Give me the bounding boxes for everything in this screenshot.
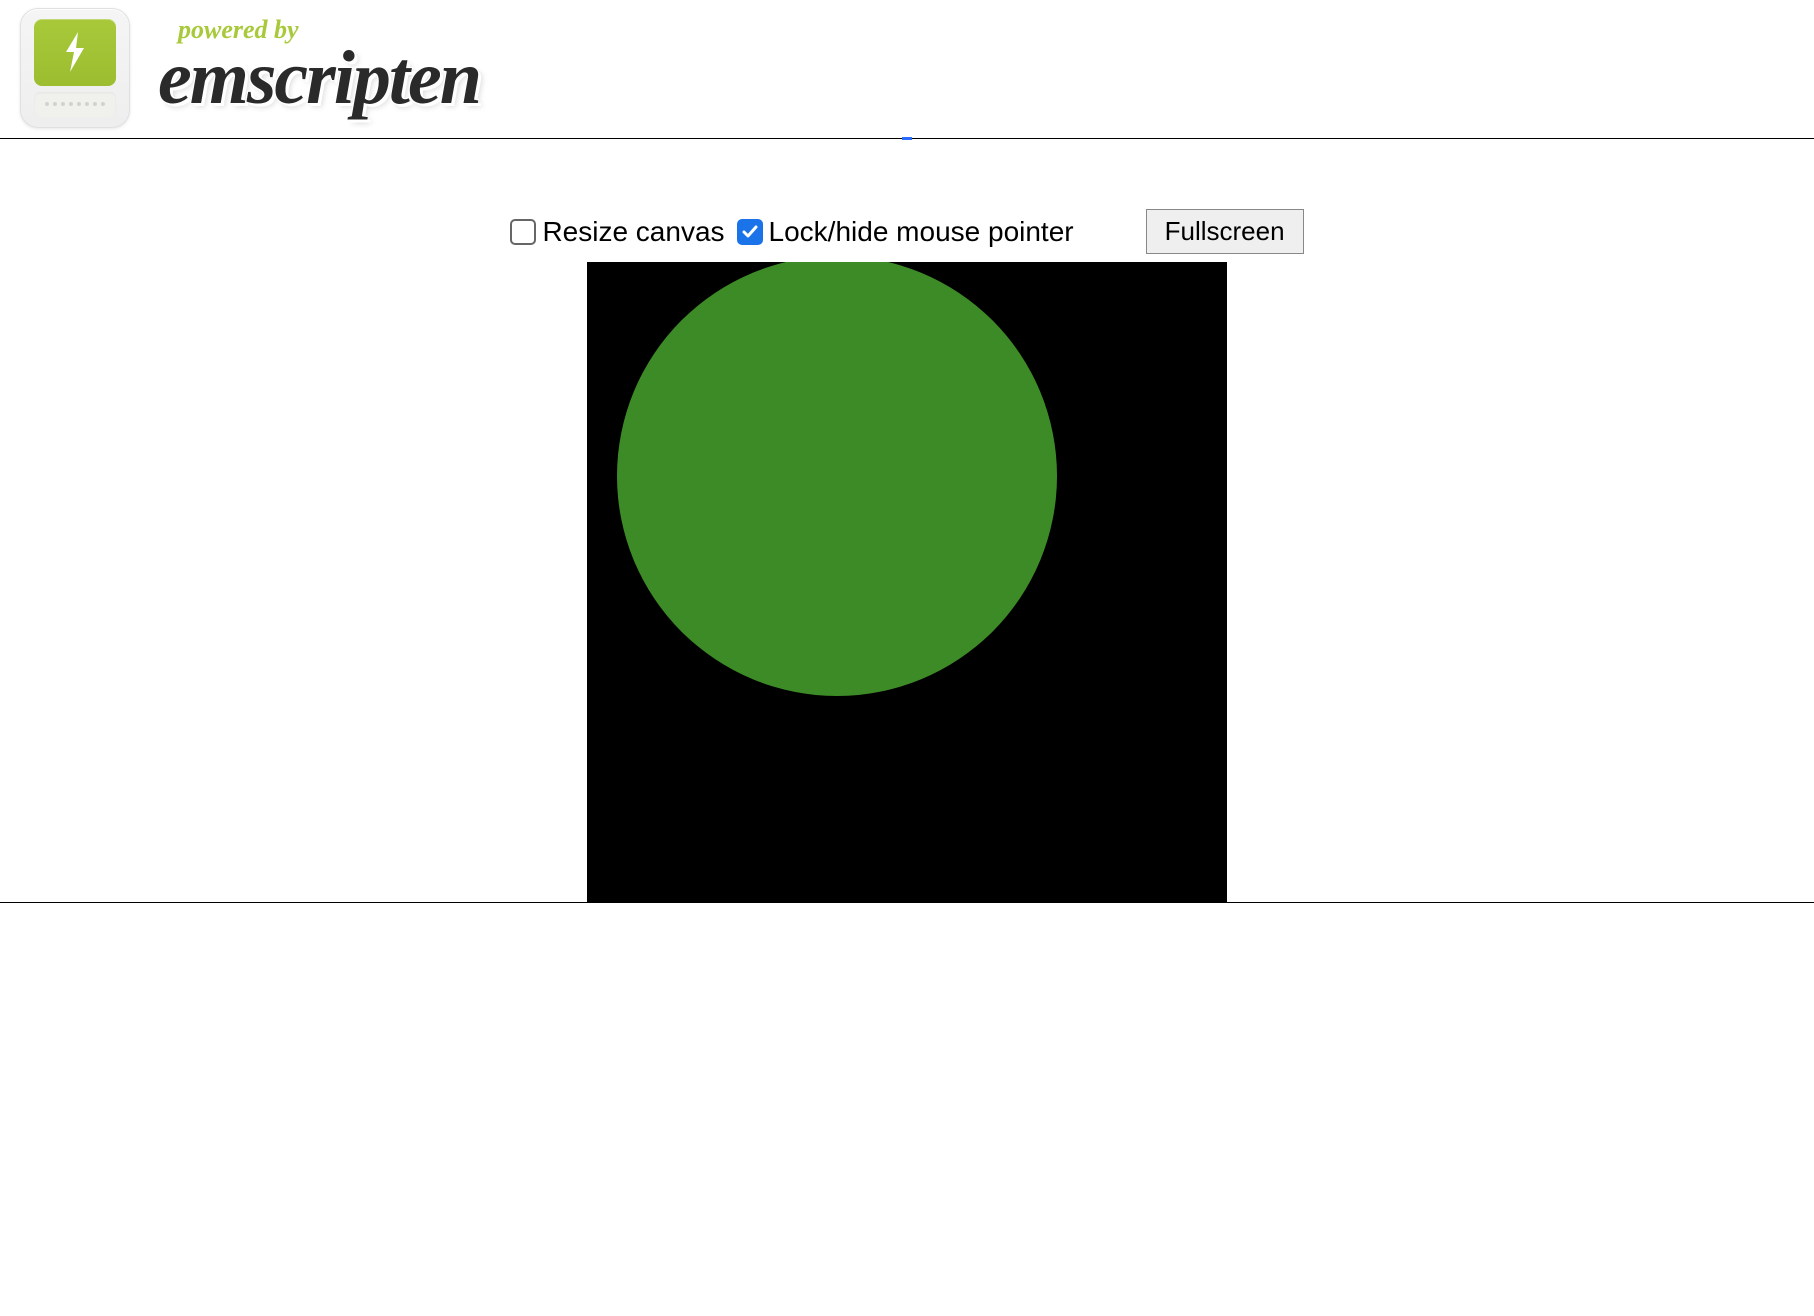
resize-canvas-label: Resize canvas bbox=[542, 216, 724, 248]
bolt-icon bbox=[60, 30, 90, 74]
logo-top-panel bbox=[34, 19, 116, 86]
rendered-circle bbox=[617, 262, 1057, 696]
branding-text: powered by emscripten bbox=[158, 15, 480, 122]
lock-pointer-checkbox[interactable] bbox=[737, 219, 763, 245]
controls-row: Resize canvas Lock/hide mouse pointer Fu… bbox=[0, 209, 1814, 254]
lock-pointer-label: Lock/hide mouse pointer bbox=[769, 216, 1074, 248]
divider-link-mark[interactable] bbox=[902, 137, 912, 140]
resize-canvas-control[interactable]: Resize canvas bbox=[510, 216, 724, 248]
header: powered by emscripten bbox=[0, 0, 1814, 138]
emscripten-name: emscripten bbox=[158, 35, 480, 122]
top-divider bbox=[0, 138, 1814, 139]
fullscreen-button[interactable]: Fullscreen bbox=[1146, 209, 1304, 254]
resize-canvas-checkbox[interactable] bbox=[510, 219, 536, 245]
emscripten-logo bbox=[20, 8, 130, 128]
lock-pointer-control[interactable]: Lock/hide mouse pointer bbox=[737, 216, 1074, 248]
emscripten-canvas[interactable] bbox=[587, 262, 1227, 902]
bottom-divider bbox=[0, 902, 1814, 903]
logo-bottom-panel bbox=[34, 92, 116, 117]
canvas-container bbox=[0, 262, 1814, 902]
